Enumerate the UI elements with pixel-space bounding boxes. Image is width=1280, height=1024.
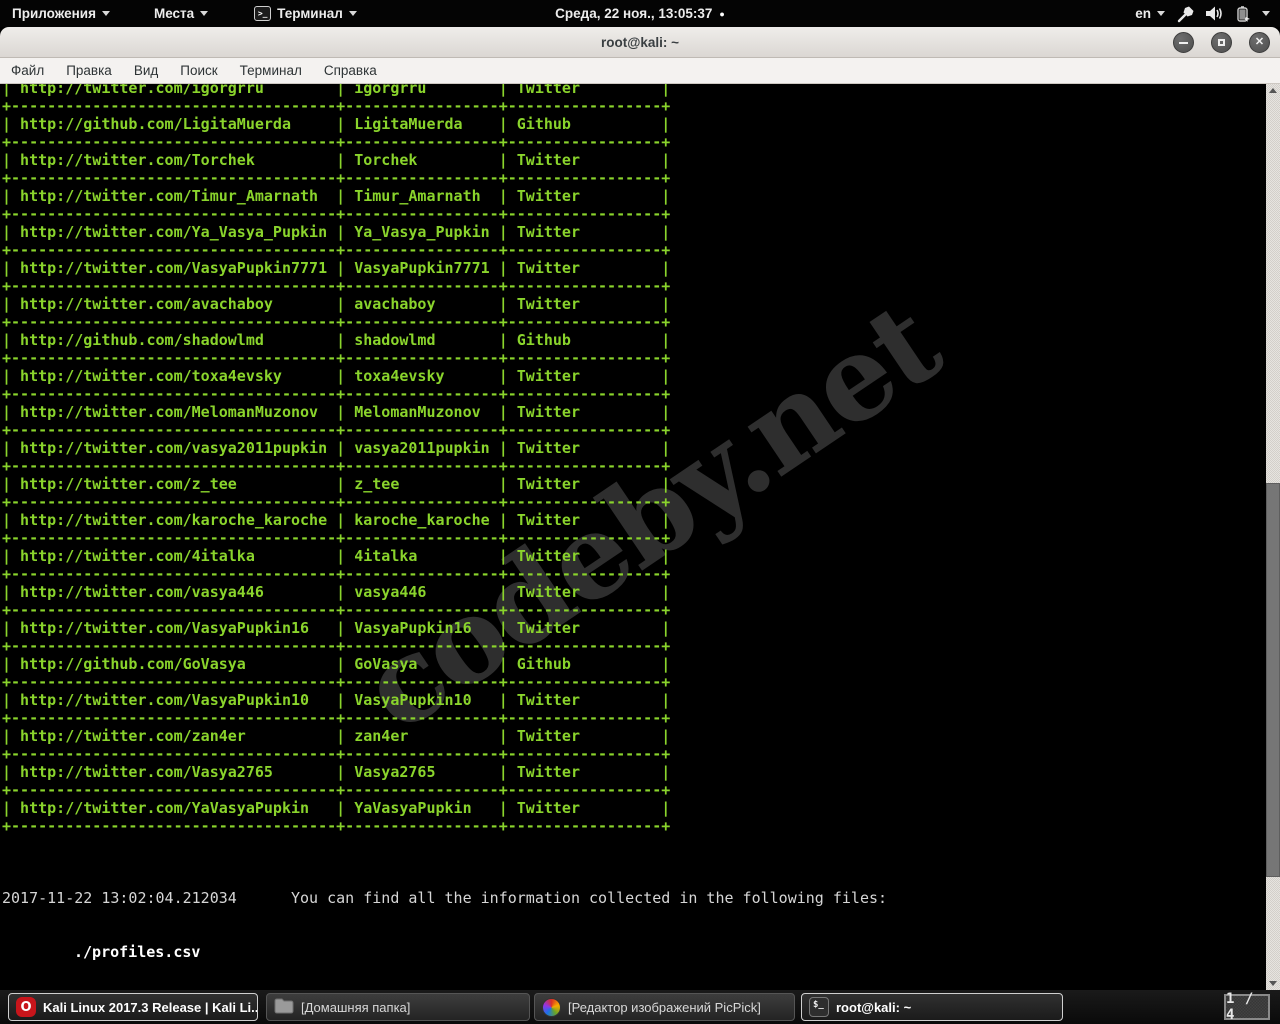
close-icon: ✕ — [1254, 36, 1265, 48]
taskbar-button-home-folder[interactable]: [Домашняя папка] — [266, 993, 530, 1021]
window-controls: ✕ — [1173, 32, 1270, 53]
folder-icon — [274, 998, 294, 1017]
arrow-down-icon — [1269, 981, 1277, 986]
places-menu[interactable]: Места — [146, 0, 216, 27]
battery-icon[interactable] — [1234, 5, 1252, 23]
window-titlebar[interactable]: root@kali: ~ ✕ — [0, 27, 1280, 58]
log-message: You can find all the information collect… — [291, 889, 888, 907]
terminal-icon: $_ — [809, 997, 829, 1017]
scroll-up-button[interactable] — [1266, 84, 1280, 97]
taskbar-label: [Домашняя папка] — [301, 999, 411, 1015]
top-panel: Приложения Места >_ Терминал Среда, 22 н… — [0, 0, 1280, 27]
scrollbar-thumb[interactable] — [1266, 483, 1280, 877]
panel-status-area: en — [1133, 0, 1280, 27]
menu-terminal[interactable]: Терминал — [229, 63, 313, 78]
taskbar-label: root@kali: ~ — [836, 999, 912, 1015]
taskbar: O Kali Linux 2017.3 Release | Kali Li...… — [0, 990, 1280, 1024]
opera-icon: O — [16, 997, 36, 1017]
chevron-down-icon — [348, 11, 357, 16]
terminal-app-menu[interactable]: >_ Терминал — [246, 0, 365, 27]
results-table: | http://twitter.com/igorgrru | igorgrru… — [2, 84, 671, 835]
minimize-button[interactable] — [1173, 32, 1194, 53]
applications-menu[interactable]: Приложения — [4, 0, 118, 27]
taskbar-button-picpick[interactable]: [Редактор изображений PicPick] — [534, 993, 795, 1021]
chevron-down-icon — [1157, 11, 1165, 16]
taskbar-button-terminal[interactable]: $_ root@kali: ~ — [801, 993, 1063, 1021]
scroll-down-button[interactable] — [1266, 977, 1280, 990]
clock[interactable]: Среда, 22 ноя., 13:05:37 — [555, 6, 712, 21]
notification-dot: ● — [719, 8, 725, 19]
scrollbar[interactable] — [1266, 84, 1280, 990]
keyboard-layout-indicator[interactable]: en — [1133, 0, 1167, 27]
panel-chevron-down-icon[interactable] — [1262, 11, 1270, 16]
volume-icon[interactable] — [1205, 5, 1224, 22]
window-title: root@kali: ~ — [600, 34, 680, 50]
taskbar-label: Kali Linux 2017.3 Release | Kali Li... — [43, 999, 258, 1015]
menu-file[interactable]: Файл — [0, 63, 55, 78]
picpick-icon — [542, 997, 561, 1017]
terminal-menu-label: Терминал — [277, 6, 343, 21]
taskbar-button-browser[interactable]: O Kali Linux 2017.3 Release | Kali Li... — [8, 993, 258, 1021]
applications-label: Приложения — [12, 6, 96, 21]
output-file-path: ./profiles.csv — [74, 943, 201, 961]
terminal-content[interactable]: codeby.net | http://twitter.com/igorgrru… — [0, 84, 1280, 990]
keyboard-layout-label: en — [1135, 6, 1151, 21]
places-label: Места — [153, 6, 195, 21]
minimize-icon — [1179, 41, 1188, 44]
maximize-button[interactable] — [1211, 32, 1232, 53]
close-button[interactable]: ✕ — [1249, 32, 1270, 53]
menu-view[interactable]: Вид — [123, 63, 169, 78]
menu-search[interactable]: Поиск — [169, 63, 228, 78]
chevron-down-icon — [101, 11, 110, 16]
menu-edit[interactable]: Правка — [55, 63, 123, 78]
maximize-icon — [1218, 39, 1225, 46]
terminal-menubar: Файл Правка Вид Поиск Терминал Справка — [0, 58, 1280, 84]
arrow-up-icon — [1269, 88, 1277, 93]
log-timestamp: 2017-11-22 13:02:04.212034 — [2, 889, 237, 907]
chevron-down-icon — [200, 11, 209, 16]
taskbar-label: [Редактор изображений PicPick] — [568, 999, 761, 1015]
workspace-pager[interactable]: 1 / 4 — [1224, 991, 1270, 1023]
terminal-icon: >_ — [254, 6, 272, 21]
panel-left: Приложения Места >_ Терминал — [0, 0, 365, 27]
execution-summary: 2017-11-22 13:02:04.212034 You can find a… — [2, 853, 887, 990]
menu-help[interactable]: Справка — [313, 63, 388, 78]
screwdriver-tool-icon[interactable] — [1177, 5, 1195, 23]
